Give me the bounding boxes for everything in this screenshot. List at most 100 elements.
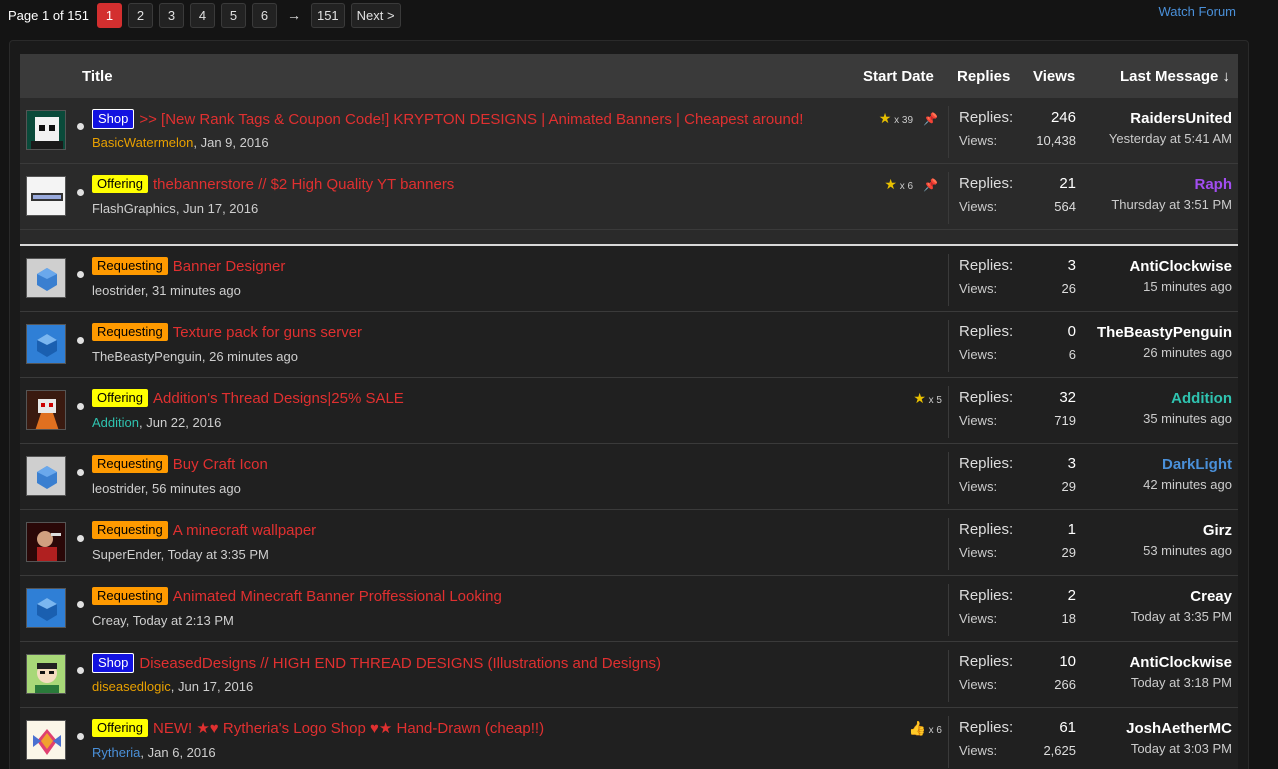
thread-row[interactable]: Shop DiseasedDesigns // HIGH END THREAD …	[20, 642, 1238, 708]
thread-title-link[interactable]: DiseasedDesigns // HIGH END THREAD DESIG…	[139, 655, 661, 672]
last-poster-link[interactable]: Girz	[1143, 522, 1232, 539]
last-post-time[interactable]: 35 minutes ago	[1143, 411, 1232, 426]
prefix-badge[interactable]: Offering	[92, 389, 149, 407]
last-poster-link[interactable]: Creay	[1131, 588, 1232, 605]
next-page-button[interactable]: Next >	[350, 2, 401, 28]
thread-title-link[interactable]: Addition's Thread Designs|25% SALE	[153, 390, 404, 407]
last-post-time[interactable]: Today at 3:18 PM	[1129, 675, 1232, 690]
last-poster-link[interactable]: TheBeastyPenguin	[1097, 324, 1232, 341]
thread-row[interactable]: Requesting Texture pack for guns server …	[20, 312, 1238, 378]
last-poster-link[interactable]: RaidersUnited	[1109, 110, 1232, 127]
header-views[interactable]: Views	[1033, 68, 1075, 85]
page-1-button[interactable]: 1	[96, 2, 122, 28]
thread-list-header: Title Start Date Replies Views Last Mess…	[20, 54, 1238, 98]
last-post-time[interactable]: 42 minutes ago	[1143, 477, 1232, 492]
avatar[interactable]	[26, 324, 66, 364]
start-date: , Jun 22, 2016	[138, 415, 222, 430]
avatar[interactable]	[26, 390, 66, 430]
replies-count: 10	[1059, 653, 1076, 670]
thread-title-link[interactable]: A minecraft wallpaper	[173, 522, 316, 539]
prefix-badge[interactable]: Requesting	[92, 521, 168, 539]
last-poster-link[interactable]: Addition	[1143, 390, 1232, 407]
start-date: , Jun 17, 2016	[170, 679, 254, 694]
page-last-button[interactable]: 151	[310, 2, 345, 28]
avatar[interactable]	[26, 456, 66, 496]
thread-row[interactable]: Shop >> [New Rank Tags & Coupon Code!] K…	[20, 98, 1238, 164]
thread-stats: Replies: 0 Views: 6	[948, 320, 1084, 372]
author-link[interactable]: FlashGraphics	[92, 201, 176, 216]
last-post-time[interactable]: 53 minutes ago	[1143, 543, 1232, 558]
last-post-time[interactable]: Thursday at 3:51 PM	[1111, 197, 1232, 212]
unread-dot-icon	[77, 601, 84, 608]
author-link[interactable]: Creay	[92, 613, 126, 628]
watch-forum-link[interactable]: Watch Forum	[1158, 4, 1236, 19]
avatar[interactable]	[26, 176, 66, 216]
thread-title-link[interactable]: Animated Minecraft Banner Proffessional …	[173, 588, 502, 605]
avatar[interactable]	[26, 110, 66, 150]
header-start-date[interactable]: Start Date	[863, 68, 934, 85]
thread-row[interactable]: Requesting Banner Designer leostrider, 3…	[20, 246, 1238, 312]
avatar[interactable]	[26, 522, 66, 562]
author-link[interactable]: TheBeastyPenguin	[92, 349, 202, 364]
replies-label: Replies:	[959, 175, 1014, 192]
last-post-time[interactable]: Today at 3:03 PM	[1126, 741, 1232, 756]
prefix-badge[interactable]: Requesting	[92, 587, 168, 605]
last-post-time[interactable]: Today at 3:35 PM	[1131, 609, 1232, 624]
avatar[interactable]	[26, 588, 66, 628]
last-post-time[interactable]: 26 minutes ago	[1097, 345, 1232, 360]
thread-title-link[interactable]: thebannerstore // $2 High Quality YT ban…	[153, 176, 454, 193]
page-6-button[interactable]: 6	[251, 2, 277, 28]
page-5-button[interactable]: 5	[220, 2, 246, 28]
last-poster-link[interactable]: Raph	[1111, 176, 1233, 193]
author-link[interactable]: BasicWatermelon	[92, 135, 193, 150]
last-poster-link[interactable]: AntiClockwise	[1129, 654, 1232, 671]
thread-row[interactable]: Offering Addition's Thread Designs|25% S…	[20, 378, 1238, 444]
views-label: Views:	[959, 743, 998, 758]
header-last-message[interactable]: Last Message ↓	[1120, 68, 1230, 85]
author-link[interactable]: Addition	[92, 415, 139, 430]
thread-row[interactable]: Requesting Animated Minecraft Banner Pro…	[20, 576, 1238, 642]
author-link[interactable]: leostrider	[92, 481, 145, 496]
prefix-badge[interactable]: Offering	[92, 175, 149, 193]
sticky-divider	[20, 230, 1238, 246]
thread-title-link[interactable]: Buy Craft Icon	[173, 456, 268, 473]
thread-title-link[interactable]: Texture pack for guns server	[173, 324, 362, 341]
prefix-badge[interactable]: Requesting	[92, 257, 168, 275]
author-link[interactable]: Rytheria	[92, 745, 140, 760]
thread-row[interactable]: Offering NEW! ★♥ Rytheria's Logo Shop ♥★…	[20, 708, 1238, 769]
prefix-badge[interactable]: Shop	[92, 653, 135, 673]
avatar[interactable]	[26, 258, 66, 298]
views-count: 18	[1061, 611, 1076, 626]
prefix-badge[interactable]: Shop	[92, 109, 135, 129]
prefix-badge[interactable]: Requesting	[92, 455, 168, 473]
prefix-badge[interactable]: Offering	[92, 719, 149, 737]
author-link[interactable]: SuperEnder	[92, 547, 161, 562]
last-post-time[interactable]: Yesterday at 5:41 AM	[1109, 131, 1232, 146]
prefix-badge[interactable]: Requesting	[92, 323, 168, 341]
thread-row[interactable]: Offering thebannerstore // $2 High Quali…	[20, 164, 1238, 230]
thread-stats: Replies: 21 Views: 564	[948, 172, 1084, 224]
thread-title-link[interactable]: NEW! ★♥ Rytheria's Logo Shop ♥★ Hand-Dra…	[153, 719, 544, 737]
thread-title-link[interactable]: >> [New Rank Tags & Coupon Code!] KRYPTO…	[139, 111, 803, 128]
last-post-time[interactable]: 15 minutes ago	[1129, 279, 1232, 294]
thread-stats: Replies: 3 Views: 29	[948, 452, 1084, 504]
avatar[interactable]	[26, 654, 66, 694]
page-2-button[interactable]: 2	[127, 2, 153, 28]
unread-dot-icon	[77, 271, 84, 278]
last-poster-link[interactable]: AntiClockwise	[1129, 258, 1232, 275]
header-title[interactable]: Title	[82, 68, 113, 85]
last-poster-link[interactable]: JoshAetherMC	[1126, 720, 1232, 737]
thread-title-link[interactable]: Banner Designer	[173, 258, 286, 275]
page-4-button[interactable]: 4	[189, 2, 215, 28]
header-replies[interactable]: Replies	[957, 68, 1010, 85]
avatar[interactable]	[26, 720, 66, 760]
author-link[interactable]: leostrider	[92, 283, 145, 298]
page-3-button[interactable]: 3	[158, 2, 184, 28]
thread-row[interactable]: Requesting A minecraft wallpaper SuperEn…	[20, 510, 1238, 576]
views-count: 266	[1054, 677, 1076, 692]
thread-row[interactable]: Requesting Buy Craft Icon leostrider, 56…	[20, 444, 1238, 510]
last-poster-link[interactable]: DarkLight	[1143, 456, 1232, 473]
replies-label: Replies:	[959, 653, 1014, 670]
unread-dot-icon	[77, 667, 84, 674]
author-link[interactable]: diseasedlogic	[92, 679, 171, 694]
